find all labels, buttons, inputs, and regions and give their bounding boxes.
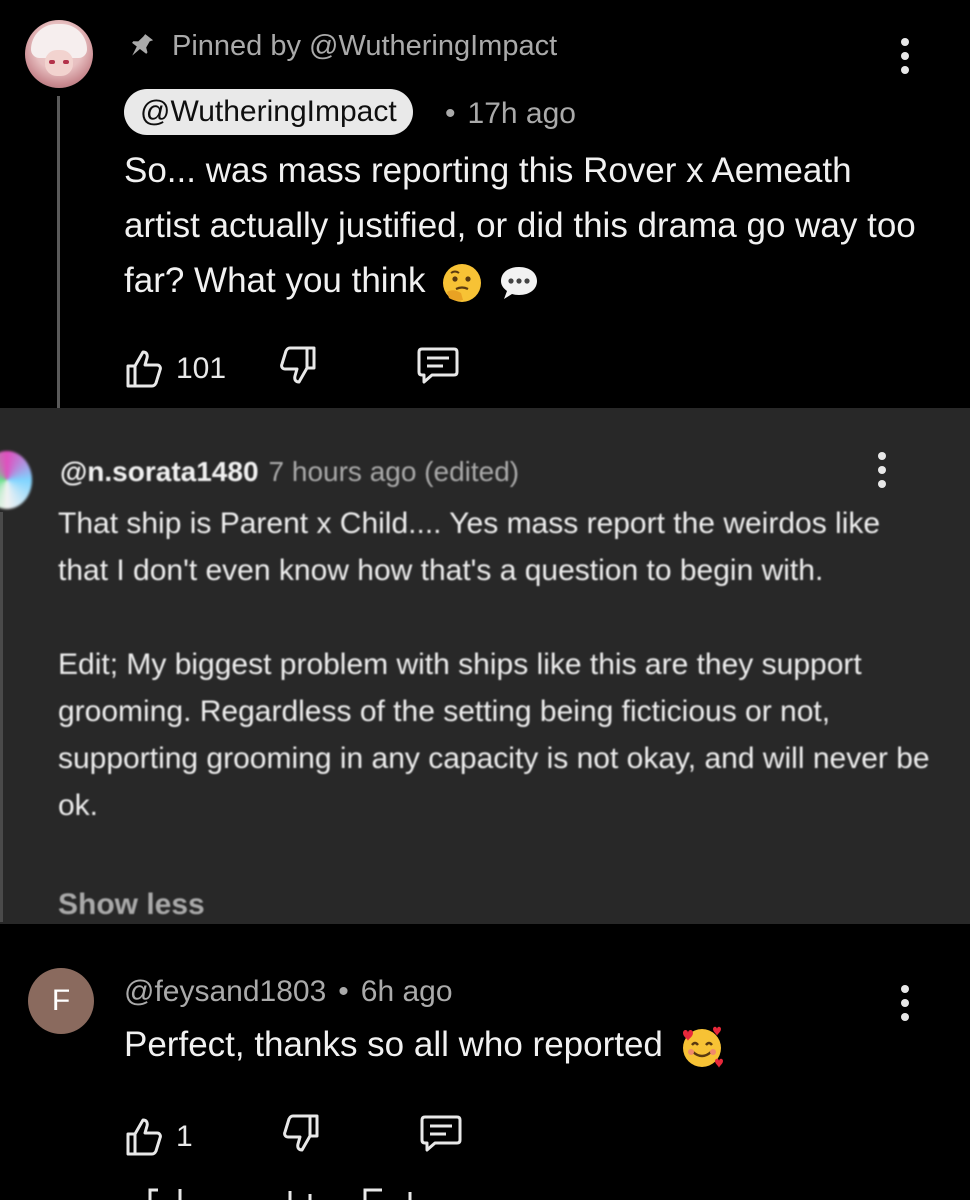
thinking-face-icon (443, 263, 482, 302)
comment-text: That ship is Parent x Child.... Yes mass… (58, 500, 938, 829)
comment-text: So... was mass reporting this Rover x Ae… (124, 143, 924, 308)
comment-timestamp: 7 hours ago (edited) (268, 456, 520, 487)
show-less-button[interactable]: Show less (58, 888, 205, 922)
dislike-button[interactable] (278, 344, 318, 394)
reply-icon (420, 1115, 462, 1152)
comment-text: Perfect, thanks so all who reported (124, 1017, 924, 1072)
avatar-letter: F (51, 984, 71, 1017)
pin-icon (132, 34, 154, 56)
thread-line (57, 96, 60, 408)
like-count: 1 (176, 1120, 193, 1153)
reply-icon (417, 347, 459, 384)
reply-header: @n.sorata1480 7 hours ago (edited) (60, 452, 519, 492)
thumbs-down-icon (282, 1114, 319, 1152)
more-options-button[interactable] (899, 38, 911, 74)
comment-timestamp: • 17h ago (445, 97, 576, 130)
dislike-button[interactable] (281, 1112, 321, 1162)
comment-timestamp: 6h ago (360, 975, 453, 1008)
thumbs-up-icon (126, 350, 162, 388)
author-name[interactable]: @feysand1803 (124, 975, 326, 1009)
author-name[interactable]: @n.sorata1480 (60, 456, 259, 488)
avatar[interactable]: F (28, 968, 94, 1034)
cropped-content-edge (148, 1188, 412, 1200)
thread-line (0, 512, 3, 922)
like-button[interactable]: 101 (124, 348, 226, 390)
author-chip[interactable]: @WutheringImpact (124, 89, 413, 135)
speech-bubble-icon (501, 266, 538, 299)
more-options-button[interactable] (876, 452, 888, 488)
pinned-label: Pinned by @WutheringImpact (128, 26, 557, 66)
smiling-face-with-hearts-icon (682, 1026, 723, 1068)
reply-button[interactable] (419, 1112, 463, 1162)
thumbs-down-icon (280, 346, 316, 384)
comment-paragraph: Edit; My biggest problem with ships like… (58, 648, 930, 822)
reply-button[interactable] (416, 344, 460, 394)
avatar[interactable] (25, 20, 93, 88)
comment-header: @feysand1803 • 6h ago (124, 975, 453, 1009)
like-count: 101 (176, 352, 227, 385)
comment-paragraph: That ship is Parent x Child.... Yes mass… (58, 507, 881, 587)
author-name: @WutheringImpact (140, 95, 397, 128)
more-options-button[interactable] (899, 985, 911, 1021)
thumbs-up-icon (126, 1118, 162, 1156)
pinned-by-text: Pinned by @WutheringImpact (172, 29, 558, 62)
like-button[interactable]: 1 (124, 1116, 193, 1158)
